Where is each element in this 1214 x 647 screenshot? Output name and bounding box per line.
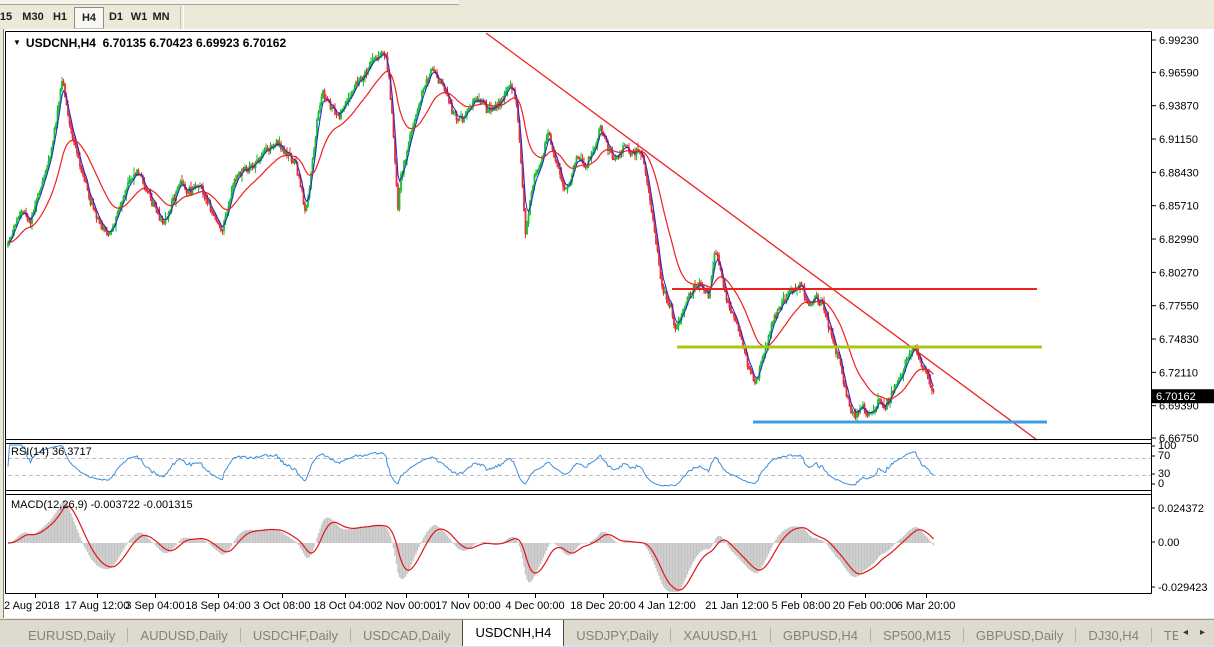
- chart-ohlc-values: 6.70135 6.70423 6.69923 6.70162: [102, 36, 287, 50]
- macd-axis-label: -0.029423: [1158, 582, 1208, 594]
- time-axis-label: 3 Sep 04:00: [125, 600, 185, 612]
- chart-tab-usdchf[interactable]: USDCHF,Daily: [241, 623, 350, 646]
- time-axis-label: 21 Jan 12:00: [705, 600, 769, 612]
- rsi-indicator-label: RSI(14) 36.3717: [11, 446, 92, 458]
- price-axis-label: 6.80270: [1159, 267, 1199, 279]
- chart-canvas-svg[interactable]: 6.99230 6.96590 6.93870 6.91150 6.88430 6.857…: [0, 0, 1214, 647]
- chart-tab-usdjpy[interactable]: USDJPY,Daily: [564, 623, 670, 646]
- macd-axis-label: 0.024372: [1158, 503, 1204, 515]
- symbol-dropdown-triangle-icon[interactable]: ▼: [13, 38, 21, 47]
- price-axis-label: 6.96590: [1159, 67, 1199, 79]
- rsi-axis-label: 0: [1158, 478, 1164, 490]
- current-price-badge-text: 6.70162: [1156, 391, 1196, 403]
- rsi-axis-label: 70: [1158, 450, 1170, 462]
- chart-tabs: EURUSD,Daily AUDUSD,Daily USDCHF,Daily USDC…: [0, 620, 1178, 646]
- price-axis-label: 6.91150: [1159, 134, 1198, 146]
- chart-tab-bar: EURUSD,Daily AUDUSD,Daily USDCHF,Daily USDC…: [0, 619, 1214, 646]
- time-axis-label: 6 Mar 20:00: [896, 600, 956, 612]
- time-axis-label: 18 Oct 04:00: [313, 600, 377, 612]
- chart-tab-gbpusd[interactable]: GBPUSD,H4: [771, 623, 870, 646]
- time-axis-label: 3 Oct 08:00: [253, 600, 311, 612]
- time-axis-label: 5 Feb 08:00: [771, 600, 831, 612]
- chart-tab-tech100[interactable]: TECH100,H1: [1152, 623, 1178, 646]
- chart-symbol: USDCNH,H4: [25, 36, 96, 50]
- tab-scroll-right-icon[interactable]: ▸: [1200, 625, 1205, 641]
- macd-signal-line: [7, 505, 934, 591]
- time-axis-label: 20 Feb 00:00: [832, 600, 898, 612]
- price-axis-label: 6.77550: [1159, 301, 1199, 313]
- time-axis-label: 17 Aug 12:00: [64, 600, 130, 612]
- chart-tab-eurusd[interactable]: EURUSD,Daily: [16, 623, 127, 646]
- chart-tab-gbpusd[interactable]: GBPUSD,Daily: [964, 623, 1075, 646]
- macd-indicator-label: MACD(12,26,9) -0.003722 -0.001315: [11, 499, 193, 511]
- ma-slow-line: [7, 70, 934, 400]
- time-axis-label: 2 Nov 00:00: [376, 600, 436, 612]
- price-axis-label: 6.93870: [1159, 101, 1199, 113]
- rsi-line: [7, 444, 934, 487]
- price-axis-label: 6.99230: [1159, 35, 1199, 47]
- time-axis-label: 2 Aug 2018: [4, 600, 60, 612]
- tab-scroll-left-icon[interactable]: ◂: [1183, 625, 1188, 641]
- price-axis-label: 6.85710: [1159, 201, 1199, 213]
- time-axis-label: 4 Dec 00:00: [505, 600, 565, 612]
- chart-tab-usdcad[interactable]: USDCAD,Daily: [351, 623, 462, 646]
- price-axis-label: 6.82990: [1159, 234, 1199, 246]
- descending-trendline[interactable]: [485, 32, 1038, 441]
- macd-axis-label: 0.00: [1158, 537, 1179, 549]
- price-axis-label: 6.72110: [1159, 367, 1198, 379]
- chart-tab-audusd[interactable]: AUDUSD,Daily: [128, 623, 239, 646]
- chart-tab-usdcnh[interactable]: USDCNH,H4: [462, 620, 565, 646]
- price-axis-label: 6.74830: [1159, 334, 1199, 346]
- metatrader-window: 15 M30 H1 H4 D1 W1 MN 6.99230 6.96590 6.93870 6.9…: [0, 0, 1214, 647]
- time-axis-label: 4 Jan 12:00: [638, 600, 696, 612]
- price-axis-label: 6.88430: [1159, 167, 1199, 179]
- time-axis-label: 18 Dec 20:00: [570, 600, 636, 612]
- time-axis-label: 17 Nov 00:00: [435, 600, 501, 612]
- chart-tab-sp500[interactable]: SP500,M15: [871, 623, 963, 646]
- chart-title: ▼ USDCNH,H4 6.70135 6.70423 6.69923 6.701…: [13, 36, 286, 50]
- chart-tab-dj30[interactable]: DJ30,H4: [1076, 623, 1151, 646]
- time-axis-label: 18 Sep 04:00: [185, 600, 251, 612]
- chart-tab-xauusd[interactable]: XAUUSD,H1: [671, 623, 769, 646]
